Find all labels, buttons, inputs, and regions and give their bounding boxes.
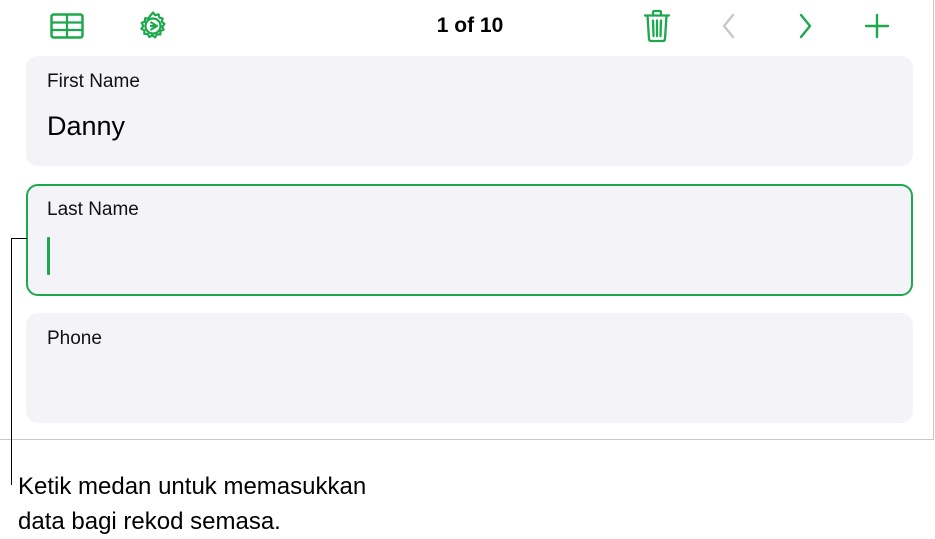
table-view-button[interactable]	[50, 10, 84, 42]
record-counter: 1 of 10	[436, 14, 504, 37]
phone-field[interactable]: Phone	[26, 313, 913, 423]
next-record-button[interactable]	[788, 10, 822, 42]
toolbar: 1 of 10	[0, 0, 933, 52]
callout-line-2: data bagi rekod semasa.	[18, 508, 281, 535]
previous-record-button[interactable]	[712, 10, 746, 42]
field-label: Last Name	[47, 199, 139, 220]
callout-pointer	[11, 238, 27, 239]
callout-line	[11, 238, 12, 485]
text-cursor	[47, 237, 50, 275]
field-label: First Name	[47, 71, 140, 92]
form-settings-button[interactable]	[136, 10, 170, 42]
gear-icon	[140, 11, 166, 39]
delete-record-button[interactable]	[640, 9, 674, 43]
callout-line-1: Ketik medan untuk memasukkan	[18, 473, 367, 500]
last-name-field[interactable]: Last Name	[26, 184, 913, 296]
field-label: Phone	[47, 328, 102, 349]
chevron-left-icon	[722, 13, 735, 39]
plus-icon	[864, 13, 890, 39]
trash-icon	[643, 9, 671, 43]
field-value[interactable]: Danny	[47, 111, 125, 142]
chevron-right-icon	[799, 13, 812, 39]
table-icon	[50, 13, 84, 39]
callout-text: Ketik medan untuk memasukkan data bagi r…	[18, 469, 438, 539]
add-record-button[interactable]	[860, 10, 894, 42]
first-name-field[interactable]: First Name Danny	[26, 56, 913, 166]
form-panel: 1 of 10 First Name Danny Last Name Phone	[0, 0, 934, 440]
